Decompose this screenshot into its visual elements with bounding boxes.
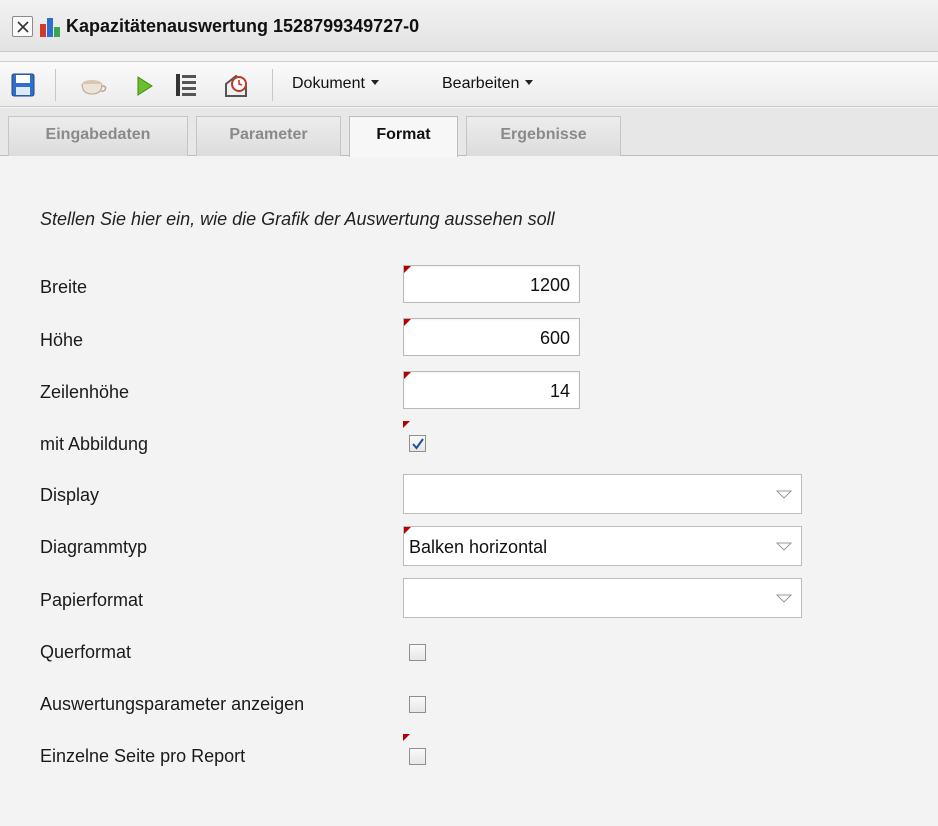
papierformat-select[interactable] — [403, 578, 802, 618]
hoehe-label: Höhe — [40, 330, 84, 350]
toolbar-separator — [272, 69, 273, 101]
querformat-label: Querformat — [40, 642, 132, 662]
diagrammtyp-value: Balken horizontal — [409, 537, 548, 557]
einzelne-seite-label: Einzelne Seite pro Report — [40, 746, 246, 766]
chevron-down-icon — [776, 490, 792, 499]
diagrammtyp-label: Diagrammtyp — [40, 537, 148, 557]
auswertungsparameter-checkbox[interactable] — [409, 696, 426, 713]
intro-text: Stellen Sie hier ein, wie die Grafik der… — [40, 209, 555, 229]
changed-marker — [403, 421, 410, 428]
menu-bearbeiten[interactable]: Bearbeiten — [442, 75, 534, 93]
changed-marker — [404, 319, 411, 326]
checkmark-icon — [412, 438, 424, 450]
zeilenhoehe-input[interactable]: 14 — [403, 371, 580, 409]
menu-dokument-label: Dokument — [292, 75, 365, 92]
tab-ergebnisse[interactable]: Ergebnisse — [466, 116, 621, 156]
mit-abbildung-label: mit Abbildung — [40, 434, 149, 454]
breite-input[interactable]: 1200 — [403, 265, 580, 303]
querformat-checkbox[interactable] — [409, 644, 426, 661]
changed-marker — [404, 372, 411, 379]
chevron-down-icon — [370, 80, 379, 85]
changed-marker — [404, 266, 411, 273]
zeilenhoehe-label: Zeilenhöhe — [40, 382, 130, 402]
close-button[interactable] — [12, 16, 33, 37]
zeilenhoehe-value: 14 — [549, 381, 570, 401]
chevron-down-icon — [776, 594, 792, 603]
menu-dokument[interactable]: Dokument — [292, 75, 379, 93]
hoehe-input[interactable]: 600 — [403, 318, 580, 356]
menu-bearbeiten-label: Bearbeiten — [442, 75, 520, 92]
list-icon[interactable] — [174, 72, 198, 98]
save-icon[interactable] — [11, 73, 35, 97]
close-icon — [17, 21, 29, 33]
window-title: Kapazitätenauswertung 1528799349727-0 — [66, 16, 420, 36]
tab-bar: Eingabedaten Parameter Format Ergebnisse — [0, 108, 938, 157]
chevron-down-icon — [525, 80, 534, 85]
einzelne-seite-checkbox[interactable] — [409, 748, 426, 765]
changed-marker — [403, 734, 410, 741]
tab-parameter[interactable]: Parameter — [196, 116, 341, 156]
chart-icon — [40, 18, 60, 37]
breite-value: 1200 — [529, 275, 570, 295]
display-select[interactable] — [403, 474, 802, 514]
timer-icon[interactable] — [222, 72, 250, 98]
run-icon[interactable] — [134, 75, 154, 97]
tab-format[interactable]: Format — [349, 116, 458, 157]
title-bar: Kapazitätenauswertung 1528799349727-0 — [0, 0, 938, 52]
coffee-icon[interactable] — [80, 76, 108, 96]
diagrammtyp-select[interactable]: Balken horizontal — [403, 526, 802, 566]
toolbar-separator — [55, 69, 56, 101]
tab-eingabedaten[interactable]: Eingabedaten — [8, 116, 188, 156]
breite-label: Breite — [40, 277, 88, 297]
toolbar: Dokument Bearbeiten — [0, 61, 938, 107]
format-panel: Stellen Sie hier ein, wie die Grafik der… — [0, 157, 938, 826]
hoehe-value: 600 — [539, 328, 570, 348]
display-label: Display — [40, 485, 100, 505]
changed-marker — [404, 527, 411, 534]
mit-abbildung-checkbox[interactable] — [409, 435, 426, 452]
chevron-down-icon — [776, 542, 792, 551]
auswertungsparameter-label: Auswertungsparameter anzeigen — [40, 694, 305, 714]
papierformat-label: Papierformat — [40, 590, 144, 610]
